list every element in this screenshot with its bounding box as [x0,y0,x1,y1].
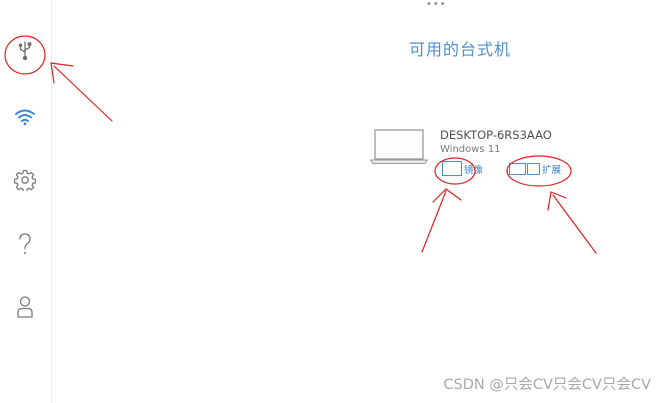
mirror-icon [442,161,462,176]
sidebar [0,0,52,403]
app-window: ••• 可用的台式机 DESKTOP-6RS3AAO Windows 11 镜像… [0,0,665,403]
usb-arrow-line [53,65,113,122]
extend-label: 扩展 [542,165,562,176]
sidebar-item-settings[interactable] [4,162,46,198]
device-name: DESKTOP-6RS3AAO [440,128,552,142]
mirror-arrow-line [421,190,447,253]
extend-icon [509,163,540,175]
extend-arrowhead-a [547,191,552,211]
usb-icon [18,41,32,61]
help-icon [19,233,31,254]
extend-arrowhead-b [550,191,567,199]
user-icon [17,296,33,318]
mirror-label: 镜像 [464,164,484,176]
red-annotation-overlay [4,35,597,254]
drag-handle[interactable]: ••• [426,0,447,10]
gear-icon [14,169,36,191]
device-os: Windows 11 [440,144,501,155]
watermark: CSDN @只会CV只会CV只会CV [443,377,651,393]
laptop-icon [369,129,429,169]
mirror-arrowhead-b [445,188,462,201]
page-title: 可用的台式机 [408,40,511,59]
extend-arrow-line [552,194,597,254]
sidebar-item-wifi[interactable] [4,99,46,135]
wifi-icon [15,109,35,126]
mirror-button[interactable]: 镜像 [442,161,483,176]
usb-arrowhead-a [50,62,74,67]
sidebar-item-account[interactable] [4,289,46,325]
mirror-arrowhead-a [432,188,447,203]
sidebar-item-help[interactable] [4,226,46,262]
extend-button[interactable]: 扩展 [509,162,561,176]
sidebar-item-usb[interactable] [4,33,46,69]
